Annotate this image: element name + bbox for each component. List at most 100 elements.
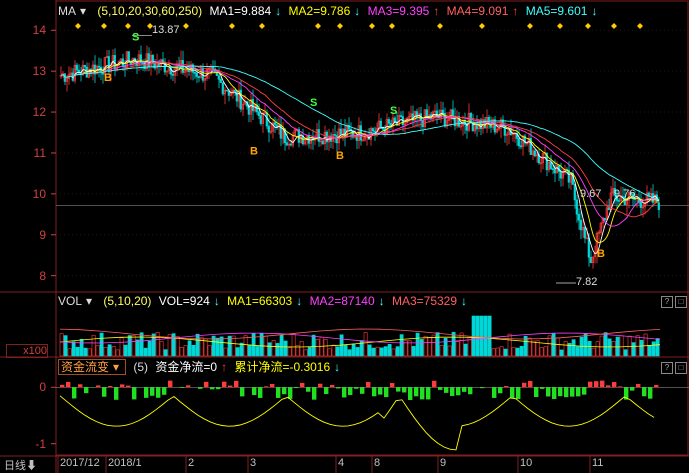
fund-flow-bar (72, 387, 77, 399)
signal-diamond (337, 23, 343, 29)
fund-flow-bar (312, 387, 317, 400)
volume-bar (651, 341, 656, 357)
volume-bar (583, 333, 588, 357)
fund-flow-bar (276, 387, 281, 398)
candle-body (517, 138, 520, 147)
signal-diamond (101, 23, 107, 29)
fund-flow-bar (318, 383, 323, 388)
signal-diamond (557, 23, 563, 29)
fund-flow-bar (648, 387, 653, 399)
volume-bar (207, 345, 212, 357)
volume-bar (119, 337, 124, 357)
fund-indicator-name: 资金流变 (61, 360, 110, 374)
panel-settings-button[interactable]: ? (661, 296, 673, 308)
ma2-value: MA2=9.786 (288, 4, 351, 18)
panel-maximize-button[interactable]: □ (675, 362, 687, 374)
volume-bar (427, 337, 432, 357)
volume-bar (463, 343, 468, 357)
candle-body (393, 117, 396, 123)
fund-flow-bar (654, 384, 659, 388)
fund-params: (5) (133, 360, 149, 374)
fund-flow-bar (570, 387, 575, 397)
signal-diamond (585, 23, 591, 29)
candle-body (579, 219, 582, 231)
fund-selector[interactable]: 资金流变 ▾ (58, 359, 127, 375)
fund-flow-bar (414, 387, 419, 397)
fund-flow-bar (342, 387, 347, 398)
ma-selector[interactable]: MA ▾ (58, 4, 90, 18)
candle-body (285, 142, 288, 146)
signal-b: B (250, 146, 258, 158)
panel-settings-button[interactable]: ? (661, 362, 673, 374)
volume-bar (87, 348, 92, 357)
candle-body (425, 109, 428, 118)
volume-bar (519, 346, 524, 357)
volume-bar (643, 333, 648, 357)
volume-bar (267, 342, 272, 357)
candle-body (371, 128, 374, 132)
volume-bar (139, 332, 144, 357)
fund-flow-bar (114, 387, 119, 400)
candle-body (257, 111, 260, 116)
fund-flow-bar (216, 387, 221, 390)
volume-bar (391, 348, 396, 357)
candle-body (577, 213, 580, 221)
y-tick-label: 13 (32, 64, 46, 79)
candle-body (147, 53, 150, 68)
candle-body (259, 115, 262, 124)
recent-price-label: 9.76 (614, 188, 636, 200)
ma-params: (5,10,20,30,60,250) (97, 4, 203, 18)
vol-params: (5,10,20) (103, 294, 152, 308)
down-arrow-icon: ↓ (378, 294, 385, 308)
volume-bar (611, 341, 616, 357)
low-price-label: 7.82 (576, 276, 598, 288)
fund-flow-bar (504, 385, 509, 388)
fund-flow-bar (378, 387, 383, 395)
candle-body (325, 131, 328, 143)
fund-flow-bar (198, 387, 203, 389)
volume-bar (187, 340, 192, 357)
volume-bar (183, 345, 188, 357)
volume-bar (191, 344, 196, 357)
candle-body (233, 89, 236, 92)
x-tick-label: 3 (250, 457, 257, 469)
volume-bar (619, 335, 624, 357)
period-selector[interactable]: 日线⬇ (4, 457, 37, 473)
ma3-line (60, 61, 660, 227)
fund-flow-bar (60, 384, 65, 388)
fund-flow-bar (534, 387, 539, 398)
volume-bar (303, 349, 308, 357)
candle-body (583, 226, 586, 239)
volume-bar (563, 341, 568, 357)
volume-bar (63, 335, 68, 357)
volume-bar (451, 331, 456, 357)
fund-flow-bar (528, 380, 533, 388)
dropdown-icon: ▾ (80, 4, 87, 18)
candle-body (83, 64, 86, 68)
fund-flow-bar (270, 383, 275, 388)
candle-body (657, 202, 660, 210)
candle-body (235, 90, 238, 102)
fund-flow-bar (144, 387, 149, 398)
volume-bar (475, 315, 480, 357)
fund-flow-bar (120, 384, 125, 388)
candle-body (217, 75, 220, 80)
volume-bar (383, 346, 388, 357)
panel-maximize-button[interactable]: □ (675, 296, 687, 308)
volume-bar (459, 332, 464, 357)
volume-bar (247, 344, 252, 357)
volume-bar (255, 346, 260, 357)
fund-flow-bar (642, 387, 647, 397)
vol-selector[interactable]: VOL ▾ (58, 294, 96, 308)
volume-bar (315, 338, 320, 357)
candle-body (141, 62, 144, 65)
candle-body (639, 201, 642, 208)
volume-bar (219, 336, 224, 357)
volume-bar (527, 337, 532, 357)
volume-bar (275, 343, 280, 357)
candle-body (399, 115, 402, 117)
volume-bar (299, 341, 304, 357)
fund-flow-bar (462, 387, 467, 392)
candle-body (171, 73, 174, 76)
fund-flow-bar (366, 382, 371, 388)
